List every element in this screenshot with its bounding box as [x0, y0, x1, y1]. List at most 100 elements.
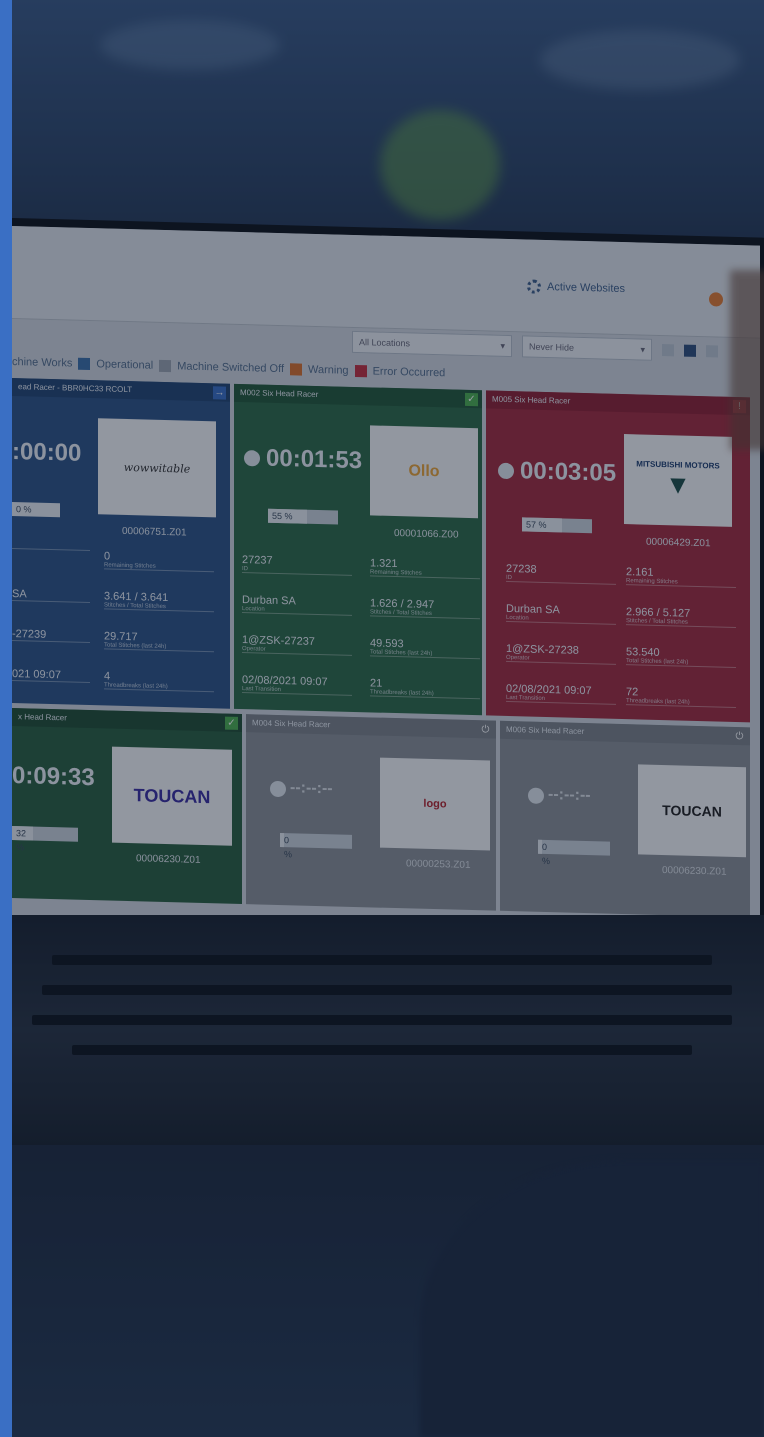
legend-label: chine Works: [12, 356, 73, 370]
card-timer: 00:03:05: [520, 457, 617, 487]
logo-text: TOUCAN: [662, 802, 722, 820]
stat-value: SA: [12, 588, 27, 601]
chevron-down-icon: ▾: [500, 340, 505, 351]
status-legend: chine Works Operational Machine Switched…: [12, 356, 445, 379]
progress-label: 0 %: [280, 833, 292, 859]
card-header: M002 Six Head Racer: [234, 383, 482, 409]
legend-label: Operational: [96, 358, 154, 372]
clock-icon: [528, 787, 544, 804]
keyboard-row: [72, 1045, 692, 1055]
clock-icon: [270, 780, 286, 798]
machine-card[interactable]: M005 Six Head Racer ! 00:03:05 MITSUBISH…: [486, 390, 750, 723]
card-header: x Head Racer: [12, 708, 242, 733]
design-thumbnail: TOUCAN: [638, 764, 746, 858]
check-icon: ✓: [465, 392, 478, 407]
legend-label: Warning: [308, 363, 349, 377]
progress-bar: 57 %: [522, 517, 592, 534]
stat-item: Durban SA Location: [242, 594, 352, 616]
stat-value: [12, 548, 90, 550]
stat-item: 021 09:07: [12, 668, 90, 684]
order-number: 00006230.Z01: [662, 865, 727, 878]
keyboard-row: [42, 985, 732, 995]
stat-item: 4 Threadbreaks (last 24h): [104, 670, 214, 693]
machine-card[interactable]: M002 Six Head Racer ✓ 00:01:53 Ollo 55 %…: [234, 383, 482, 716]
stat-item: 27237 ID: [242, 554, 352, 576]
stat-value: 021 09:07: [12, 668, 61, 682]
status-badge: →: [213, 386, 226, 400]
stat-label: [12, 548, 90, 550]
app-top-bar: Active Websites: [12, 226, 760, 339]
machine-card[interactable]: M006 Six Head Racer ⏻ --:--:-- TOUCAN 0 …: [500, 720, 750, 918]
card-timer: 0:09:33: [12, 762, 95, 792]
logo-text: wowwitable: [123, 460, 191, 476]
progress-bar: 0 %: [538, 839, 610, 866]
power-off-icon: ⏻: [481, 724, 490, 736]
progress-label: 0 %: [12, 502, 60, 518]
laptop-keyboard: [12, 915, 764, 1145]
legend-swatch: [159, 359, 172, 373]
person-silhouette: [420, 1160, 764, 1437]
stat-item: 27238 ID: [506, 562, 616, 585]
stat-item: 0 Remaining Stitches: [104, 550, 214, 573]
chevron-down-icon: ▾: [640, 343, 645, 355]
order-number: 00006429.Z01: [646, 536, 711, 550]
progress-label: 32 %: [12, 826, 34, 852]
diamond-logo-icon: ▼: [665, 469, 691, 500]
stat-item: -27239: [12, 628, 90, 644]
machine-card[interactable]: M004 Six Head Racer ⏻ --:--:-- logo 0 % …: [246, 714, 496, 911]
left-accent-stripe: [0, 0, 12, 1437]
keyboard-row: [32, 1015, 732, 1025]
card-header: ead Racer - BBR0HC33 RCOLT: [12, 378, 230, 402]
hide-select-value: Never Hide: [529, 341, 575, 353]
card-timer: --:--:--: [548, 786, 591, 805]
stat-item: 1@ZSK-27238 Operator: [506, 642, 616, 665]
view-small-icon[interactable]: [662, 344, 674, 357]
card-timer: --:--:--: [290, 779, 333, 798]
stat-item: 02/08/2021 09:07 Last Transition: [506, 682, 616, 705]
design-thumbnail: Ollo: [370, 425, 478, 519]
stat-item: 72 Threadbreaks (last 24h): [626, 686, 736, 708]
hand-shape: [730, 270, 764, 450]
logo-text: logo: [423, 797, 447, 811]
view-grid-icon[interactable]: [684, 344, 696, 357]
stat-item: [12, 548, 90, 552]
stat-item: 21 Threadbreaks (last 24h): [370, 677, 480, 700]
hide-select[interactable]: Never Hide ▾: [522, 335, 652, 361]
progress-bar: 32 %: [12, 826, 78, 852]
legend-swatch: [354, 364, 367, 378]
bokeh-light: [100, 20, 280, 70]
progress-bar: 55 %: [268, 508, 338, 525]
design-thumbnail: TOUCAN: [112, 746, 232, 846]
legend-label: Machine Switched Off: [177, 360, 284, 376]
card-timer: :00:00: [12, 438, 82, 467]
bokeh-green-light: [380, 110, 500, 220]
machine-grid: ead Racer - BBR0HC33 RCOLT → :00:00 woww…: [12, 378, 760, 918]
progress-label: 55 %: [268, 508, 307, 524]
machine-card[interactable]: ead Racer - BBR0HC33 RCOLT → :00:00 woww…: [12, 378, 230, 709]
order-number: 00006230.Z01: [136, 853, 201, 866]
keyboard-row: [52, 955, 712, 965]
legend-swatch: [290, 363, 302, 376]
settings-link[interactable]: Active Websites: [527, 279, 625, 296]
card-timer: 00:01:53: [266, 444, 363, 475]
design-thumbnail: logo: [380, 757, 490, 851]
clock-icon: [498, 462, 514, 480]
stat-item: 1.626 / 2.947 Stitches / Total Stitches: [370, 597, 480, 620]
bokeh-light: [540, 30, 740, 90]
order-number: 00006751.Z01: [122, 525, 187, 539]
design-thumbnail: wowwitable: [98, 418, 216, 518]
stat-item: 1.321 Remaining Stitches: [370, 557, 480, 580]
view-list-icon[interactable]: [706, 345, 718, 358]
card-header: M006 Six Head Racer: [500, 720, 750, 746]
power-off-icon: ⏻: [735, 730, 744, 743]
logo-text: TOUCAN: [133, 784, 211, 807]
stat-item: 2.966 / 5.127 Stitches / Total Stitches: [626, 606, 736, 628]
stat-item: 29.717 Total Stitches (last 24h): [104, 630, 214, 653]
stat-value: -27239: [12, 628, 47, 641]
power-icon[interactable]: [709, 292, 723, 307]
order-number: 00001066.Z00: [394, 528, 459, 541]
progress-label: 0 %: [538, 839, 550, 866]
stat-item: 2.161 Remaining Stitches: [626, 566, 736, 588]
location-select[interactable]: All Locations ▾: [352, 330, 512, 358]
machine-card[interactable]: x Head Racer ✓ 0:09:33 TOUCAN 32 % 00006…: [12, 708, 242, 905]
